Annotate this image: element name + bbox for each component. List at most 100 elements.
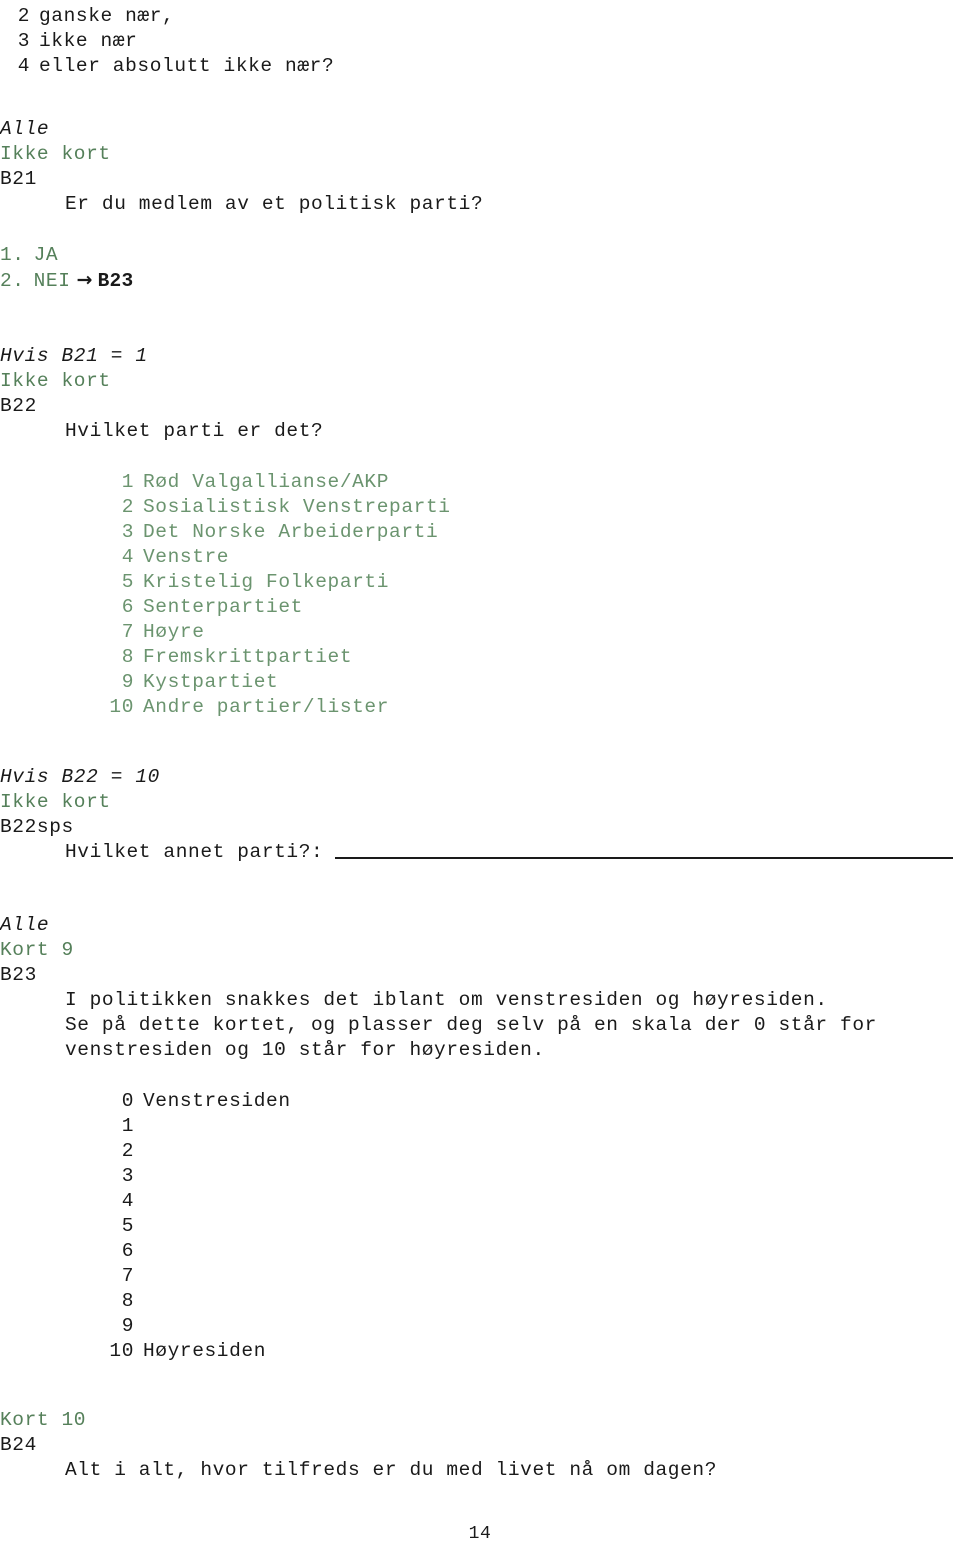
option-number: 5 (121, 571, 134, 593)
option-label: Rød Valgallianse/AKP (143, 471, 390, 493)
option-label: Høyre (143, 621, 205, 643)
question-block-b22sps: Hvis B22 = 10 Ikke kort B22sps Hvilket a… (0, 765, 960, 865)
question-text: Hvilket parti er det? (65, 420, 324, 442)
question-text-line: I politikken snakkes det iblant om venst… (65, 989, 828, 1011)
question-text: Alt i alt, hvor tilfreds er du med livet… (65, 1459, 718, 1481)
list-item: 1 (100, 1114, 960, 1139)
option-number: 6 (121, 596, 134, 618)
scale-label (134, 1290, 143, 1312)
answer-label: NEI (33, 270, 71, 292)
open-answer-row: Hvilket annet parti?: (65, 840, 960, 865)
list-item: 4 Venstre (100, 545, 960, 570)
list-item: 5 (100, 1214, 960, 1239)
scale-label (134, 1140, 143, 1162)
filter-condition: Hvis B21 = 1 (0, 345, 148, 367)
option-label: Kystpartiet (143, 671, 279, 693)
question-id: B22 (0, 395, 37, 417)
continued-options-list: 2 ganske nær, 3 ikke nær 4 eller absolutt i… (0, 4, 960, 79)
list-item: 1. JA (0, 243, 960, 268)
option-label: Andre partier/lister (143, 696, 390, 718)
question-block-b22: Hvis B21 = 1 Ikke kort B22 Hvilket parti… (0, 344, 960, 720)
answer-number: 1. (0, 244, 25, 266)
question-text: Hvilket annet parti?: (65, 841, 324, 863)
question-block-b21: Alle Ikke kort B21 Er du medlem av et po… (0, 117, 960, 294)
scale-number: 6 (121, 1240, 134, 1262)
card-indicator: Kort 10 (0, 1409, 87, 1431)
scale-label: Høyresiden (143, 1340, 267, 1362)
write-in-field[interactable] (335, 856, 954, 859)
question-id: B21 (0, 168, 37, 190)
scale-label (134, 1240, 143, 1262)
scale-number: 7 (121, 1265, 134, 1287)
goto-arrow-icon: → (76, 269, 93, 291)
scale-number: 3 (121, 1165, 134, 1187)
filter-condition: Hvis B22 = 10 (0, 766, 160, 788)
option-number: 1 (121, 471, 134, 493)
option-label: Kristelig Folkeparti (143, 571, 390, 593)
option-number: 9 (121, 671, 134, 693)
list-item: 2. NEI → B23 (0, 268, 960, 294)
list-item: 1 Rød Valgallianse/AKP (100, 470, 960, 495)
scale-label (134, 1190, 143, 1212)
scale-list: 0 Venstresiden 1 2 3 4 5 6 7 8 9 10 Høyres… (100, 1089, 960, 1364)
list-item: 2 ganske nær, (0, 4, 960, 29)
answer-list: 1. JA 2. NEI → B23 (0, 243, 960, 294)
scale-number: 9 (121, 1315, 134, 1337)
option-label: ikke nær (39, 30, 138, 52)
list-item: 2 Sosialistisk Venstreparti (100, 495, 960, 520)
list-item: 4 eller absolutt ikke nær? (0, 54, 960, 79)
card-indicator: Ikke kort (0, 143, 111, 165)
scale-number: 1 (121, 1115, 134, 1137)
list-item: 10 Høyresiden (100, 1339, 960, 1364)
scale-label (134, 1165, 143, 1187)
question-text-line: Se på dette kortet, og plasser deg selv … (65, 1014, 877, 1036)
list-item: 8 (100, 1289, 960, 1314)
scale-label: Venstresiden (143, 1090, 291, 1112)
option-number: 2 (121, 496, 134, 518)
answer-number: 2. (0, 270, 25, 292)
list-item: 6 (100, 1239, 960, 1264)
list-item: 9 Kystpartiet (100, 670, 960, 695)
option-label: Sosialistisk Venstreparti (143, 496, 451, 518)
scale-label (134, 1215, 143, 1237)
options-list: 2 ganske nær, 3 ikke nær 4 eller absolutt i… (0, 4, 960, 79)
question-block-b23: Alle Kort 9 B23 I politikken snakkes det… (0, 913, 960, 1364)
list-item: 6 Senterpartiet (100, 595, 960, 620)
scale-number: 2 (121, 1140, 134, 1162)
answer-label: JA (33, 244, 59, 266)
questionnaire-page: 2 ganske nær, 3 ikke nær 4 eller absolutt i… (0, 0, 960, 1550)
party-options-list: 1 Rød Valgallianse/AKP 2 Sosialistisk Vens… (100, 470, 960, 720)
list-item: 2 (100, 1139, 960, 1164)
goto-target: B23 (97, 270, 134, 292)
filter-condition: Alle (0, 914, 50, 936)
card-indicator: Kort 9 (0, 939, 74, 961)
question-id: B22sps (0, 816, 74, 838)
option-number: 7 (121, 621, 134, 643)
page-number: 14 (468, 1524, 492, 1544)
list-item: 8 Fremskrittpartiet (100, 645, 960, 670)
list-item: 5 Kristelig Folkeparti (100, 570, 960, 595)
scale-number: 5 (121, 1215, 134, 1237)
option-label: eller absolutt ikke nær? (39, 55, 335, 77)
list-item: 9 (100, 1314, 960, 1339)
card-indicator: Ikke kort (0, 791, 111, 813)
list-item: 0 Venstresiden (100, 1089, 960, 1114)
scale-number: 10 (109, 1340, 134, 1362)
option-label: ganske nær, (39, 5, 175, 27)
scale-label (134, 1115, 143, 1137)
scale-number: 4 (121, 1190, 134, 1212)
option-label: Venstre (143, 546, 230, 568)
list-item: 3 ikke nær (0, 29, 960, 54)
option-number: 4 (17, 55, 30, 77)
question-id: B23 (0, 964, 37, 986)
list-item: 10 Andre partier/lister (100, 695, 960, 720)
option-number: 3 (121, 521, 134, 543)
question-text: Er du medlem av et politisk parti? (65, 193, 484, 215)
option-number: 2 (17, 5, 30, 27)
scale-label (134, 1315, 143, 1337)
option-label: Fremskrittpartiet (143, 646, 353, 668)
option-label: Senterpartiet (143, 596, 303, 618)
